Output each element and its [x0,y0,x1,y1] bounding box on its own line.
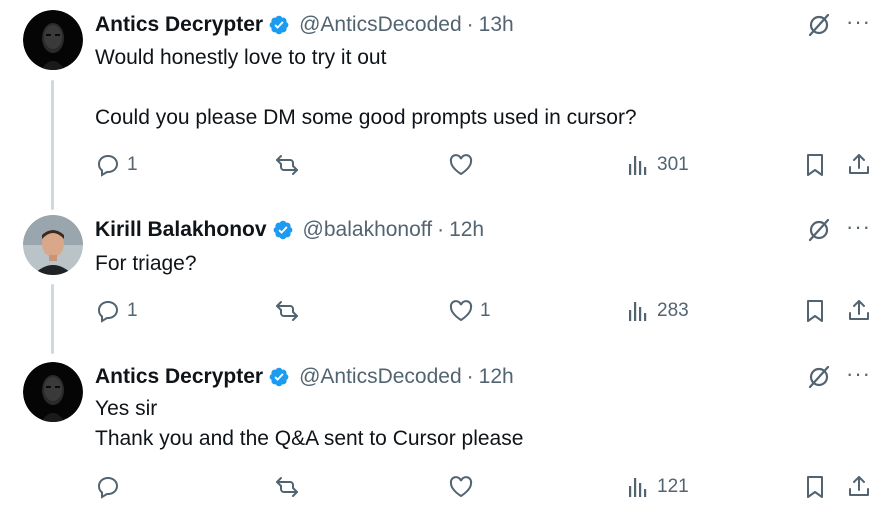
repost-icon [276,301,298,321]
tweet-text-line [95,73,637,103]
views-button[interactable]: 301 [625,152,689,178]
repost-button[interactable] [274,474,306,500]
views-button[interactable]: 121 [625,474,689,500]
views-icon [629,156,647,175]
more-icon[interactable]: ··· [846,214,871,240]
tweet-text-line: Thank you and the Q&A sent to Cursor ple… [95,427,524,450]
repost-button[interactable] [274,298,306,324]
tweet[interactable]: Antics Decrypter @AnticsDecoded · 13h ··… [0,0,888,200]
grok-icon[interactable] [806,12,832,38]
grok-icon[interactable] [806,217,832,243]
author-handle[interactable]: @AnticsDecoded [299,13,462,37]
repost-icon [276,155,298,175]
share-button[interactable] [846,298,872,324]
reply-icon [97,300,119,323]
separator: · [466,13,474,36]
bookmark-button[interactable] [802,474,828,500]
timestamp[interactable]: 12h [479,365,514,389]
share-icon [849,154,869,174]
verified-badge-icon [272,219,294,241]
bookmark-icon [807,154,823,176]
tweet[interactable]: Antics Decrypter @AnticsDecoded · 12h ··… [0,350,888,514]
like-button[interactable] [448,474,480,500]
bookmark-button[interactable] [802,152,828,178]
timestamp[interactable]: 12h [449,218,484,242]
author-name[interactable]: Kirill Balakhonov [95,218,267,242]
verified-badge-icon [268,14,290,36]
share-icon [849,300,869,320]
like-count: 1 [480,300,491,321]
views-icon [629,302,647,321]
verified-badge-icon [268,366,290,388]
share-icon [849,476,869,496]
avatar[interactable] [23,215,83,275]
reply-icon [97,476,119,499]
separator: · [437,218,445,241]
author-handle[interactable]: @AnticsDecoded [299,365,462,389]
more-icon[interactable]: ··· [846,9,871,35]
like-icon [449,300,473,322]
separator: · [466,365,474,388]
views-icon [629,478,647,497]
like-icon [449,476,473,498]
bookmark-icon [807,476,823,498]
tweet-text-line: For triage? [95,252,197,275]
reply-count: 1 [127,154,138,175]
reply-count: 1 [127,300,138,321]
avatar[interactable] [23,362,83,422]
tweet-text-line: Would honestly love to try it out [95,46,387,69]
reply-button[interactable]: 1 [95,298,138,324]
view-count: 283 [657,300,689,321]
bookmark-icon [807,300,823,322]
views-button[interactable]: 283 [625,298,689,324]
reply-icon [97,154,119,177]
bookmark-button[interactable] [802,298,828,324]
timestamp[interactable]: 13h [479,13,514,37]
reply-button[interactable] [95,474,127,500]
tweet[interactable]: Kirill Balakhonov @balakhonoff · 12h ···… [0,200,888,350]
like-icon [449,154,473,176]
reply-button[interactable]: 1 [95,152,138,178]
share-button[interactable] [846,474,872,500]
view-count: 301 [657,154,689,175]
tweet-text-line: Yes sir [95,397,158,420]
author-name[interactable]: Antics Decrypter [95,13,263,37]
grok-icon[interactable] [806,364,832,390]
avatar[interactable] [23,10,83,70]
author-name[interactable]: Antics Decrypter [95,365,263,389]
like-button[interactable]: 1 [448,298,491,324]
repost-icon [276,477,298,497]
share-button[interactable] [846,152,872,178]
author-handle[interactable]: @balakhonoff [303,218,433,242]
tweet-text-line: Could you please DM some good prompts us… [95,106,637,129]
like-button[interactable] [448,152,480,178]
view-count: 121 [657,476,689,497]
more-icon[interactable]: ··· [846,361,871,387]
repost-button[interactable] [274,152,306,178]
